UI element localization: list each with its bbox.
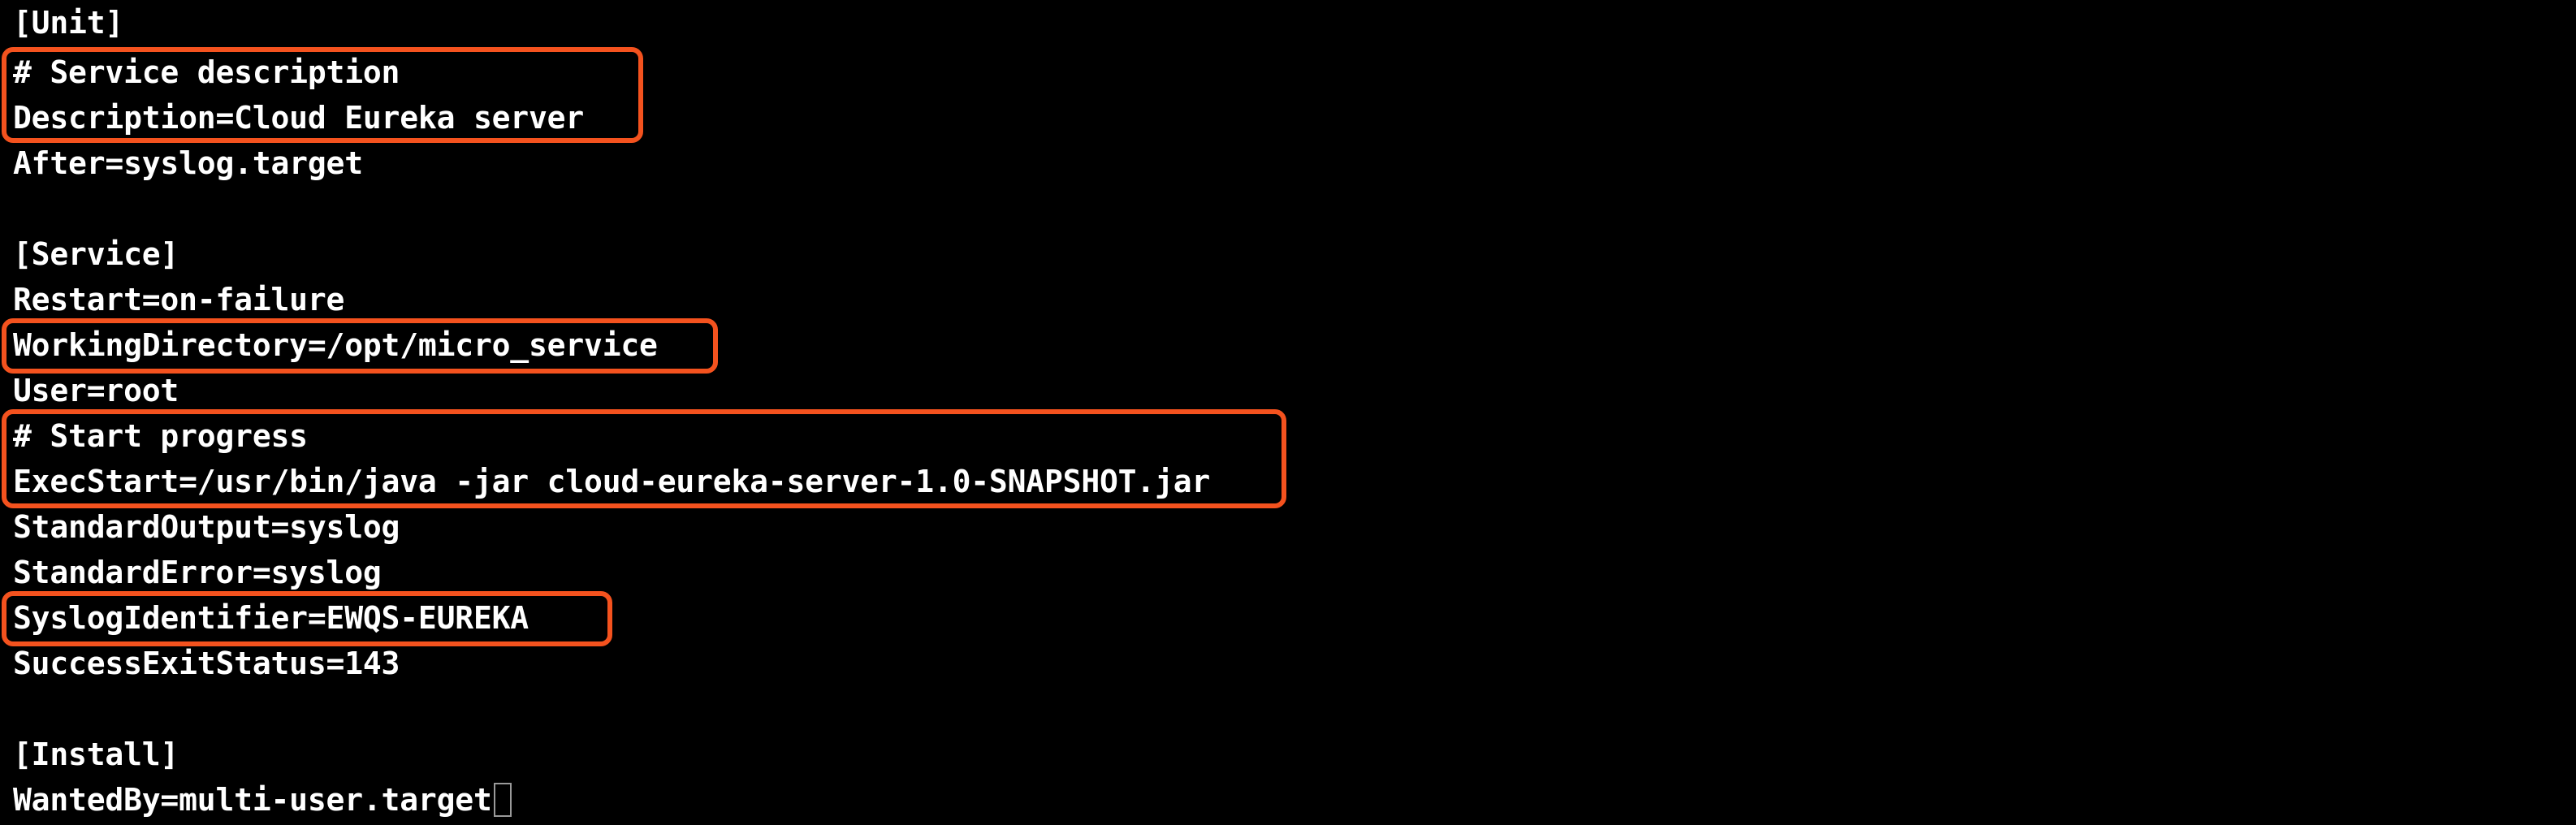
unit-section-header: [Unit] xyxy=(13,5,124,41)
text-cursor[interactable] xyxy=(493,782,512,817)
after-line: After=syslog.target xyxy=(13,145,363,181)
wanted-by-text: WantedBy=multi-user.target xyxy=(13,782,492,818)
service-section-header: [Service] xyxy=(13,236,179,272)
highlight-description-box xyxy=(2,47,643,143)
standard-output-line: StandardOutput=syslog xyxy=(13,509,400,545)
restart-line: Restart=on-failure xyxy=(13,282,345,317)
install-section-header: [Install] xyxy=(13,736,179,772)
standard-error-line: StandardError=syslog xyxy=(13,555,382,590)
terminal-window[interactable]: [Unit] # Service description Description… xyxy=(0,0,2576,825)
success-exit-status-line: SuccessExitStatus=143 xyxy=(13,646,400,681)
wanted-by-line: WantedBy=multi-user.target xyxy=(13,777,512,823)
highlight-exec-start-box xyxy=(2,409,1286,508)
highlight-working-directory-box xyxy=(2,318,718,374)
user-line: User=root xyxy=(13,373,179,408)
highlight-syslog-identifier-box xyxy=(2,591,612,646)
